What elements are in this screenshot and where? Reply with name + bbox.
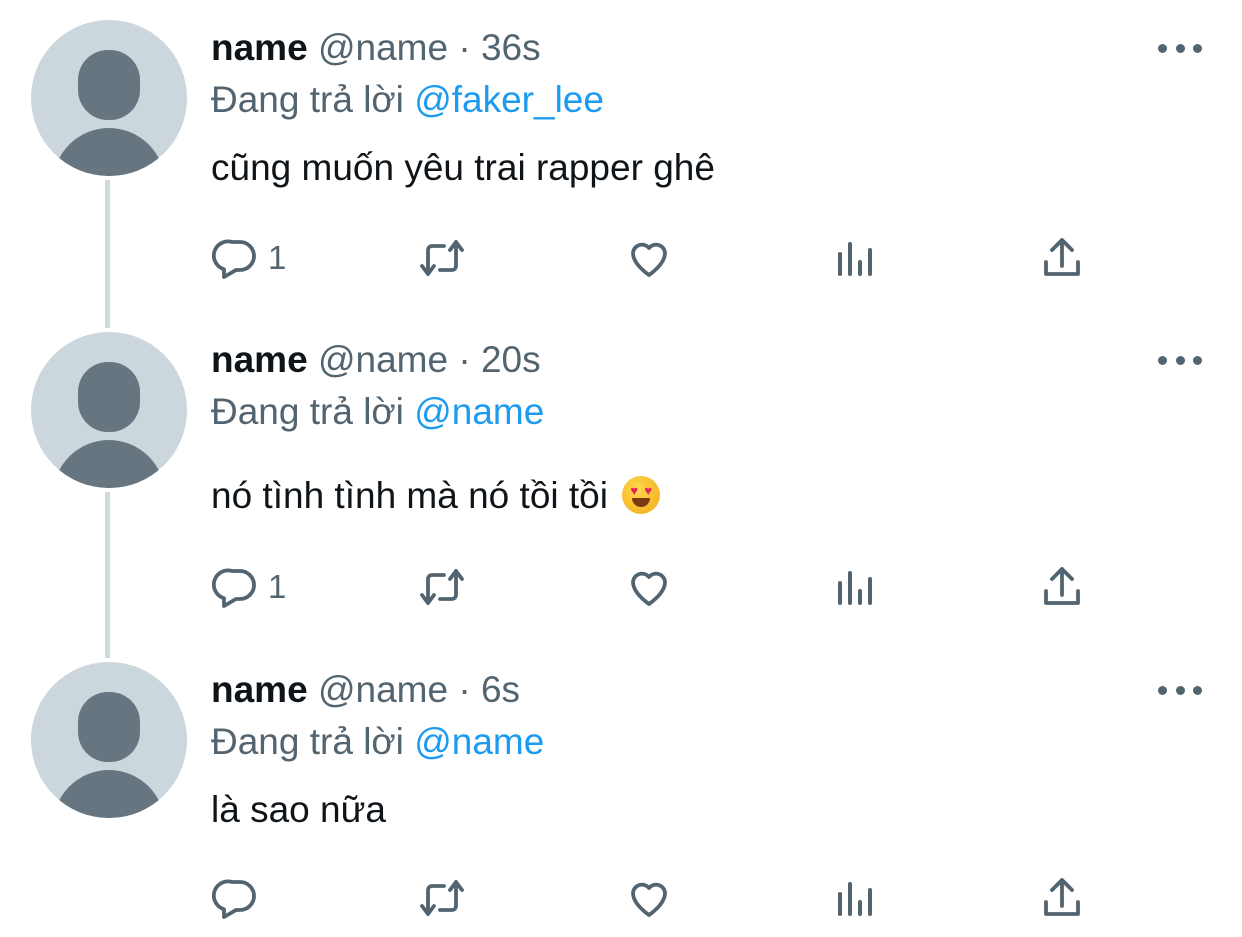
more-icon xyxy=(1158,685,1167,695)
heart-eyes-emoji-icon: ♥ ♥ xyxy=(622,476,661,514)
views-button[interactable] xyxy=(832,559,880,615)
tweet-text: là sao nữa xyxy=(211,789,386,830)
more-icon xyxy=(1158,355,1167,365)
replying-to-mention[interactable]: @name xyxy=(414,391,544,432)
share-icon xyxy=(1044,567,1080,605)
avatar[interactable] xyxy=(31,332,187,488)
heart-icon xyxy=(631,882,667,917)
replying-to-mention[interactable]: @faker_lee xyxy=(414,79,604,120)
avatar[interactable] xyxy=(31,20,187,176)
separator: · xyxy=(458,339,471,380)
avatar-body-shape xyxy=(53,770,165,818)
reply-icon xyxy=(212,879,256,919)
heart-icon xyxy=(631,242,667,277)
timestamp[interactable]: 6s xyxy=(481,669,520,710)
share-icon xyxy=(1044,238,1080,276)
analytics-icon xyxy=(838,242,872,276)
avatar-body-shape xyxy=(53,128,165,176)
replying-to-label: Đang trả lời xyxy=(211,391,404,432)
timestamp[interactable]: 20s xyxy=(481,339,541,380)
retweet-button[interactable] xyxy=(418,559,466,615)
display-name[interactable]: name xyxy=(211,339,308,380)
reply-icon xyxy=(212,568,256,608)
display-name[interactable]: name xyxy=(211,27,308,68)
analytics-icon xyxy=(838,571,872,605)
like-button[interactable] xyxy=(625,559,673,615)
avatar-head-shape xyxy=(78,362,140,432)
tweet-text: cũng muốn yêu trai rapper ghê xyxy=(211,147,715,188)
retweet-icon xyxy=(420,240,464,276)
retweet-button[interactable] xyxy=(418,870,466,926)
avatar-body-shape xyxy=(53,440,165,488)
more-icon xyxy=(1158,43,1167,53)
tweet-actions: 1 xyxy=(0,230,1242,286)
retweet-icon xyxy=(420,569,464,605)
user-handle[interactable]: @name xyxy=(318,27,448,68)
reply-button[interactable] xyxy=(212,870,268,926)
replying-to-mention[interactable]: @name xyxy=(414,721,544,762)
tweet[interactable]: name @name · 20s Đang trả lời @name nó t… xyxy=(0,312,1242,642)
tweet-header: name @name · 6s xyxy=(211,668,520,712)
user-handle[interactable]: @name xyxy=(318,339,448,380)
tweet-actions xyxy=(0,870,1242,926)
reply-count: 1 xyxy=(268,568,287,605)
display-name[interactable]: name xyxy=(211,669,308,710)
avatar-head-shape xyxy=(78,50,140,120)
tweet-actions: 1 xyxy=(0,559,1242,615)
tweet-header: name @name · 20s xyxy=(211,338,541,382)
tweet[interactable]: name @name · 36s Đang trả lời @faker_lee… xyxy=(0,0,1242,330)
separator: · xyxy=(458,27,471,68)
share-icon xyxy=(1044,878,1080,916)
separator: · xyxy=(458,669,471,710)
replying-to: Đang trả lời @name xyxy=(211,720,544,764)
share-button[interactable] xyxy=(1038,559,1086,615)
replying-to-label: Đang trả lời xyxy=(211,79,404,120)
reply-count: 1 xyxy=(268,239,287,276)
user-handle[interactable]: @name xyxy=(318,669,448,710)
reply-button[interactable]: 1 xyxy=(212,559,286,615)
views-button[interactable] xyxy=(832,870,880,926)
replying-to: Đang trả lời @name xyxy=(211,390,544,434)
heart-icon xyxy=(631,571,667,606)
avatar-head-shape xyxy=(78,692,140,762)
share-button[interactable] xyxy=(1038,230,1086,286)
like-button[interactable] xyxy=(625,230,673,286)
tweet-text: nó tình tình mà nó tồi tồi ♥ ♥ xyxy=(211,474,661,518)
reply-button[interactable]: 1 xyxy=(212,230,286,286)
analytics-icon xyxy=(838,882,872,916)
retweet-icon xyxy=(420,880,464,916)
tweet[interactable]: name @name · 6s Đang trả lời @name là sa… xyxy=(0,642,1242,937)
timestamp[interactable]: 36s xyxy=(481,27,541,68)
views-button[interactable] xyxy=(832,230,880,286)
more-options-button[interactable] xyxy=(1158,680,1202,700)
replying-to: Đang trả lời @faker_lee xyxy=(211,78,604,122)
reply-icon xyxy=(212,239,256,279)
tweet-header: name @name · 36s xyxy=(211,26,541,70)
more-options-button[interactable] xyxy=(1158,38,1202,58)
share-button[interactable] xyxy=(1038,870,1086,926)
replying-to-label: Đang trả lời xyxy=(211,721,404,762)
retweet-button[interactable] xyxy=(418,230,466,286)
more-options-button[interactable] xyxy=(1158,350,1202,370)
like-button[interactable] xyxy=(625,870,673,926)
avatar[interactable] xyxy=(31,662,187,818)
